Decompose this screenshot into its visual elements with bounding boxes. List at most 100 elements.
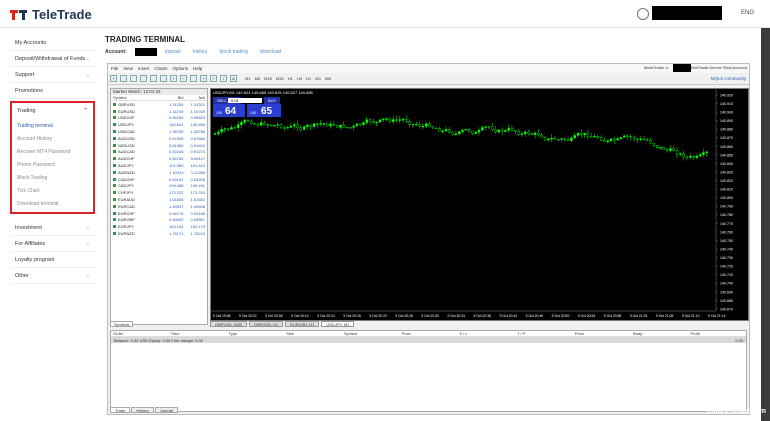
market-watch-row[interactable]: EURCAD 1.49537 1.49558 <box>111 203 207 210</box>
market-watch-row[interactable]: AUDCHF 0.64784 0.65117 <box>111 155 207 162</box>
orders-col: Symbol <box>343 331 358 336</box>
timeframe-mn[interactable]: MN <box>324 76 332 81</box>
menu-insert[interactable]: Insert <box>138 66 149 71</box>
hline-icon[interactable]: − <box>210 75 217 82</box>
sidebar-item-investment[interactable]: Investment ⌄ <box>10 220 95 236</box>
trendline-icon[interactable]: / <box>220 75 227 82</box>
bar-chart-icon[interactable] <box>140 75 147 82</box>
market-watch-row[interactable]: AUDUSD 0.67646 0.67666 <box>111 135 207 142</box>
menu-charts[interactable]: Charts <box>154 66 167 71</box>
market-watch-row[interactable]: EURGBP 0.83540 0.83851 <box>111 217 207 224</box>
sidebar-item-promotions[interactable]: Promotions <box>10 83 95 99</box>
ask-cell: 0.63208 <box>190 176 205 182</box>
trading-sub-account-history[interactable]: Account History <box>12 132 93 145</box>
menu-help[interactable]: Help <box>193 66 202 71</box>
chart-tab[interactable]: GBPUSD, M30 <box>210 321 247 327</box>
trading-sub-tick-chart[interactable]: Tick Chart <box>12 184 93 197</box>
new-chart-icon[interactable]: + <box>110 75 117 82</box>
market-watch-row[interactable]: EURCHF 0.94175 0.94188 <box>111 210 207 217</box>
chart-tab[interactable]: USDJPY, M1 <box>321 321 355 327</box>
account-link-deposit[interactable]: deposit <box>165 49 181 55</box>
market-watch-row[interactable]: EURNZD 1.78171 1.78224 <box>111 230 207 237</box>
crosshair-icon[interactable]: + <box>200 75 207 82</box>
trading-menu-header[interactable]: Trading ⌃ <box>12 103 93 119</box>
market-watch-row[interactable]: EURAUD 1.61506 1.61563 <box>111 196 207 203</box>
trading-sub-download-terminal[interactable]: Download terminal <box>12 197 93 210</box>
market-watch-row[interactable]: CADCHF 0.63191 0.63208 <box>111 176 207 183</box>
symbol-name: USDCAD <box>118 129 135 135</box>
market-watch-row[interactable]: AUDNZD 1.10313 1.11388 <box>111 169 207 176</box>
trading-sub-trading-terminal[interactable]: Trading terminal <box>12 119 93 132</box>
candle-body <box>454 133 458 135</box>
candle-body <box>656 145 659 149</box>
timeframe-h1[interactable]: H1 <box>287 76 294 81</box>
market-watch-row[interactable]: USDCHF 0.95784 0.95823 <box>111 115 207 122</box>
candle-body <box>289 125 293 128</box>
market-watch-row[interactable]: AUDCAD 0.92246 0.92274 <box>111 149 207 156</box>
navigator-icon[interactable] <box>130 75 137 82</box>
user-icon[interactable] <box>637 8 649 20</box>
bid-cell: 0.95784 <box>169 115 184 121</box>
trading-sub-phone-password[interactable]: Phone Password <box>12 158 93 171</box>
market-watch-row[interactable]: EURUSD 1.16749 1.16769 <box>111 108 207 115</box>
market-watch-row[interactable]: EURJPY 163.134 163.173 <box>111 223 207 230</box>
candle-chart-icon[interactable] <box>150 75 157 82</box>
teletrade-logo[interactable]: TeleTrade <box>10 7 92 22</box>
menu-file[interactable]: File <box>111 66 118 71</box>
menu-view[interactable]: View <box>123 66 133 71</box>
zoom-out-icon[interactable]: − <box>180 75 187 82</box>
top-bar: TeleTrade ENG <box>0 0 770 28</box>
market-watch-row[interactable]: USDJPY 140.641 140.655 <box>111 121 207 128</box>
market-watch-row[interactable]: NZDUSD 0.61580 0.61603 <box>111 142 207 149</box>
candle-body <box>418 124 421 127</box>
timeframe-m1[interactable]: M1 <box>244 76 252 81</box>
account-number-redacted <box>134 48 157 56</box>
text-icon[interactable]: A <box>230 75 237 82</box>
price-chart[interactable]: USDJPY,M1 140.624 140.685 140.625 140.62… <box>210 88 749 321</box>
market-watch-row[interactable]: GBPUSD 1.31254 1.31321 <box>111 101 207 108</box>
trading-sub-block-trading[interactable]: Block Trading <box>12 171 93 184</box>
chart-tab[interactable]: GBPUSD, H1 <box>248 321 284 327</box>
chart-tab[interactable]: EURUSD, H1 <box>285 321 320 327</box>
open-icon[interactable] <box>120 75 127 82</box>
sidebar-item-deposit-withdrawal-of-funds[interactable]: Deposit/Withdrawal of Funds ⌄ <box>10 51 95 67</box>
language-selector[interactable]: ENG <box>741 10 754 16</box>
candle-body <box>626 135 629 137</box>
symbols-tab[interactable]: Symbols <box>110 321 134 327</box>
line-chart-icon[interactable] <box>160 75 167 82</box>
market-watch-row[interactable]: CHFJPY 173.222 173.253 <box>111 189 207 196</box>
price-label: 140.840 <box>720 162 733 166</box>
market-watch-row[interactable]: CADJPY 109.468 109.491 <box>111 183 207 190</box>
account-link-history[interactable]: history <box>193 49 208 55</box>
terminal-tab-history[interactable]: History <box>131 407 154 413</box>
terminal-tab-trade[interactable]: Trade <box>110 407 131 413</box>
sidebar: My Accounts Deposit/Withdrawal of Funds ⌄ S… <box>10 35 95 284</box>
mql5-community-link[interactable]: MQL5 community <box>711 76 746 81</box>
market-watch-row[interactable]: AUDJPY 101.580 101.613 <box>111 162 207 169</box>
account-link-block-trading[interactable]: block trading <box>220 49 248 55</box>
timeframe-d1[interactable]: D1 <box>305 76 312 81</box>
candle-body <box>484 126 487 128</box>
timeframe-m15[interactable]: M15 <box>263 76 273 81</box>
sidebar-item-for-affiliates[interactable]: For Affiliates ⌄ <box>10 236 95 252</box>
sidebar-item-loyalty-program[interactable]: Loyalty program <box>10 252 95 268</box>
sidebar-item-other[interactable]: Other ⌄ <box>10 268 95 284</box>
timeframe-w1[interactable]: W1 <box>314 76 322 81</box>
buy-price: 65 <box>261 106 273 117</box>
timeframe-m30[interactable]: M30 <box>275 76 285 81</box>
menu-options[interactable]: Options <box>172 66 188 71</box>
browser-scrollbar[interactable] <box>761 28 770 421</box>
timeframe-h4[interactable]: H4 <box>296 76 303 81</box>
account-link-download[interactable]: download <box>260 49 281 55</box>
trading-sub-recover-mt4-password[interactable]: Recover MT4 Password <box>12 145 93 158</box>
market-watch-row[interactable]: USDCAD 1.35765 1.35788 <box>111 128 207 135</box>
terminal-tab-journal[interactable]: Journal <box>154 407 178 413</box>
zoom-in-icon[interactable]: + <box>170 75 177 82</box>
sidebar-item-support[interactable]: Support ⌄ <box>10 67 95 83</box>
sidebar-item-my-accounts[interactable]: My Accounts <box>10 35 95 51</box>
user-name-redacted[interactable] <box>652 6 722 20</box>
bid-cell: 0.64784 <box>169 156 184 162</box>
cursor-icon[interactable] <box>190 75 197 82</box>
candle-body <box>702 152 705 155</box>
timeframe-m5[interactable]: M5 <box>254 76 262 81</box>
